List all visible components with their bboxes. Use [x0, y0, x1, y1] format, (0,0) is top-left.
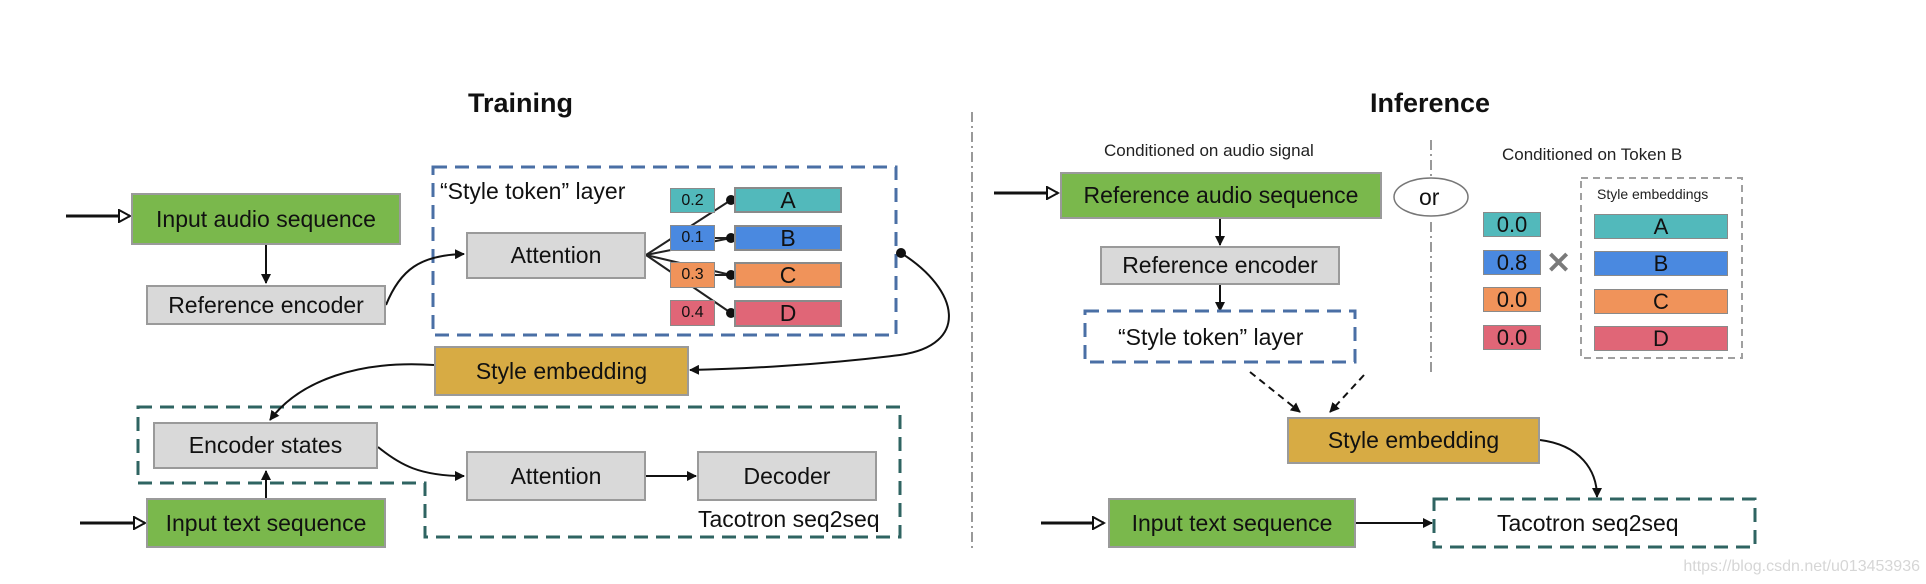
input-audio-sequence: Input audio sequence	[131, 193, 401, 245]
attention-fan	[645, 199, 732, 314]
style-token-layer-label: “Style token” layer	[440, 178, 626, 204]
token-b: B	[734, 225, 842, 251]
style-embeddings-label: Style embeddings	[1597, 186, 1709, 202]
inf-weight-b: 0.8	[1483, 250, 1541, 275]
attention-box: Attention	[466, 232, 646, 279]
audio-caption: Conditioned on audio signal	[1104, 141, 1314, 160]
token-c: C	[734, 262, 842, 288]
input-text-sequence: Input text sequence	[146, 498, 386, 548]
inf-input-text-sequence: Input text sequence	[1108, 498, 1356, 548]
inf-style-token-layer: “Style token” layer	[1118, 324, 1304, 350]
training-title: Training	[468, 88, 574, 118]
inf-token-a: A	[1594, 214, 1728, 239]
layer-to-style-dashed-arrow	[1249, 371, 1301, 413]
reference-encoder: Reference encoder	[146, 285, 386, 325]
inf-style-embedding: Style embedding	[1287, 417, 1540, 464]
embeddings-to-style-dashed-arrow	[1329, 374, 1365, 413]
style-embedding-to-encoder-arrow	[269, 363, 435, 421]
encoder-states: Encoder states	[153, 422, 378, 469]
seq2seq-label: Tacotron seq2seq	[698, 506, 880, 532]
style-embedding: Style embedding	[434, 346, 689, 396]
inference-title: Inference	[1370, 88, 1491, 118]
encoder-to-attention-arrow	[377, 446, 465, 481]
token-a: A	[734, 187, 842, 213]
inf-reference-encoder: Reference encoder	[1100, 246, 1340, 285]
token-caption: Conditioned on Token B	[1502, 145, 1683, 164]
token-weight-b: 0.1	[670, 225, 715, 251]
inf-weight-a: 0.0	[1483, 212, 1541, 237]
inf-token-d: D	[1594, 326, 1728, 351]
reference-audio-sequence: Reference audio sequence	[1060, 172, 1382, 219]
decoder: Decoder	[697, 451, 877, 501]
inf-seq2seq: Tacotron seq2seq	[1497, 510, 1679, 536]
inf-token-b: B	[1594, 251, 1728, 276]
inf-weight-d: 0.0	[1483, 325, 1541, 350]
multiply-icon: ✕	[1546, 247, 1572, 280]
refenc-to-attention-arrow	[385, 249, 465, 306]
token-weight-a: 0.2	[670, 188, 715, 213]
inf-weight-c: 0.0	[1483, 287, 1541, 312]
style-to-seq2seq-arrow	[1539, 439, 1602, 498]
token-weight-d: 0.4	[670, 300, 715, 326]
or-label: or	[1419, 184, 1440, 210]
watermark: https://blog.csdn.net/u013453936	[1683, 558, 1920, 575]
inf-token-c: C	[1594, 289, 1728, 314]
token-d: D	[734, 300, 842, 327]
decoder-attention: Attention	[466, 451, 646, 501]
token-weight-c: 0.3	[670, 262, 715, 288]
